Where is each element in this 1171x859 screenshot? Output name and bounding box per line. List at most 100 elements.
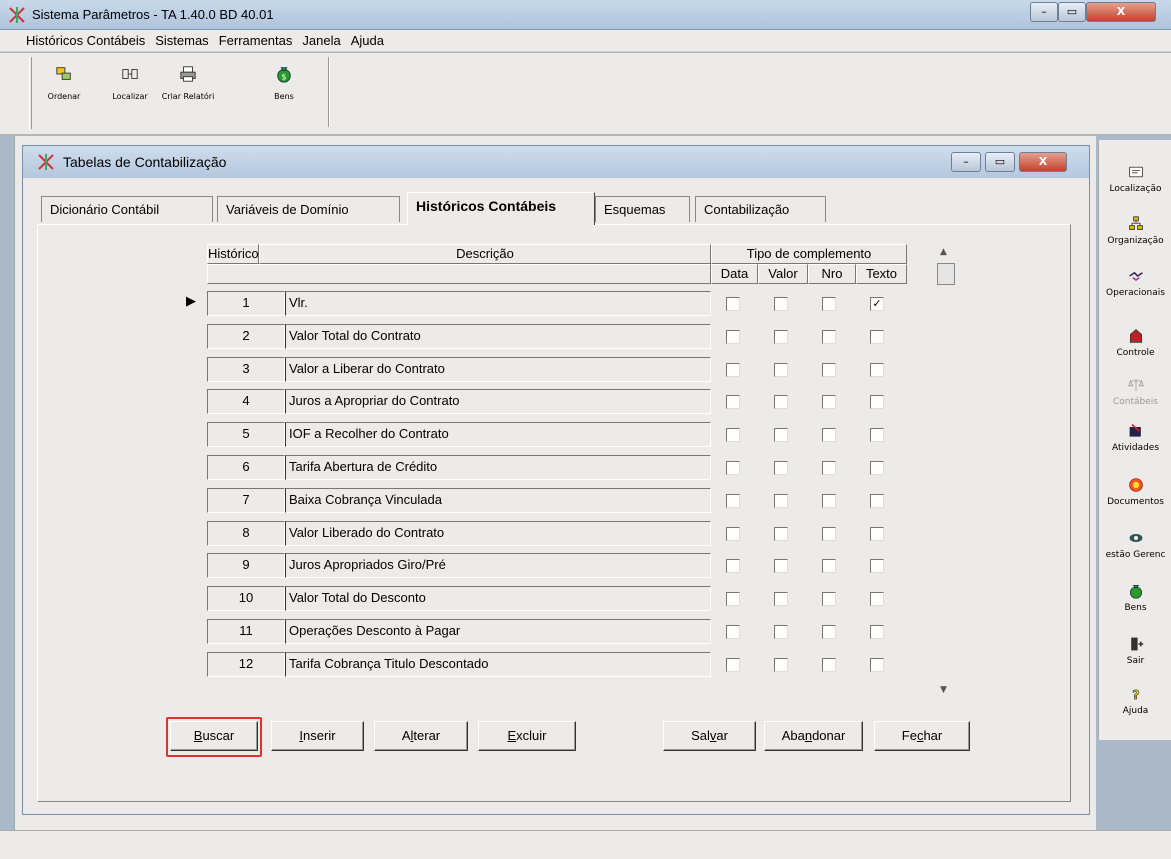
toolbar-bens[interactable]: $ Bens (258, 59, 310, 119)
texto-checkbox[interactable] (870, 330, 884, 344)
nro-checkbox[interactable] (822, 363, 836, 377)
texto-checkbox[interactable] (870, 363, 884, 377)
descricao-cell[interactable]: Valor a Liberar do Contrato (285, 357, 711, 382)
data-checkbox[interactable] (726, 428, 740, 442)
side-atividades[interactable]: Atividades (1099, 423, 1171, 453)
valor-checkbox[interactable] (774, 625, 788, 639)
tab-variaveis-dominio[interactable]: Variáveis de Domínio (217, 196, 400, 222)
historico-cell[interactable]: 11 (207, 619, 285, 644)
data-checkbox[interactable] (726, 297, 740, 311)
historico-cell[interactable]: 1 (207, 291, 285, 316)
toolbar-criar-relatorio[interactable]: Criar Relatóri (158, 59, 218, 119)
side-bens[interactable]: Bens (1099, 583, 1171, 613)
nro-checkbox[interactable] (822, 330, 836, 344)
scroll-down-icon[interactable]: ▼ (940, 685, 947, 695)
descricao-cell[interactable]: IOF a Recolher do Contrato (285, 422, 711, 447)
data-checkbox[interactable] (726, 559, 740, 573)
scroll-up-icon[interactable]: ▲ (940, 247, 947, 257)
descricao-cell[interactable]: Tarifa Abertura de Crédito (285, 455, 711, 480)
excluir-button[interactable]: Excluir (478, 721, 576, 751)
descricao-cell[interactable]: Baixa Cobrança Vinculada (285, 488, 711, 513)
alterar-button[interactable]: Alterar (374, 721, 468, 751)
fechar-button[interactable]: Fechar (874, 721, 970, 751)
nro-checkbox[interactable] (822, 559, 836, 573)
texto-checkbox[interactable]: ✓ (870, 297, 884, 311)
toolbar-localizar[interactable]: Localizar (104, 59, 156, 119)
valor-checkbox[interactable] (774, 461, 788, 475)
nro-checkbox[interactable] (822, 527, 836, 541)
tab-contabilizacao[interactable]: Contabilização (695, 196, 826, 222)
tab-historicos-contabeis[interactable]: Históricos Contábeis (407, 192, 595, 225)
valor-checkbox[interactable] (774, 592, 788, 606)
tab-esquemas[interactable]: Esquemas (595, 196, 690, 222)
inserir-button[interactable]: Inserir (271, 721, 364, 751)
inner-close-button[interactable]: X (1019, 152, 1067, 172)
menu-janela[interactable]: Janela (302, 30, 340, 51)
data-checkbox[interactable] (726, 330, 740, 344)
valor-checkbox[interactable] (774, 395, 788, 409)
texto-checkbox[interactable] (870, 494, 884, 508)
side-organizacao[interactable]: Organização (1099, 216, 1171, 246)
side-documentos[interactable]: Documentos (1099, 477, 1171, 507)
historico-cell[interactable]: 6 (207, 455, 285, 480)
data-checkbox[interactable] (726, 363, 740, 377)
valor-checkbox[interactable] (774, 330, 788, 344)
nro-checkbox[interactable] (822, 461, 836, 475)
historico-cell[interactable]: 9 (207, 553, 285, 578)
close-button[interactable]: X (1086, 2, 1156, 22)
toolbar-ordenar[interactable]: Ordenar (38, 59, 90, 119)
historico-cell[interactable]: 2 (207, 324, 285, 349)
valor-checkbox[interactable] (774, 494, 788, 508)
historico-cell[interactable]: 8 (207, 521, 285, 546)
minimize-button[interactable]: – (1030, 2, 1058, 22)
descricao-cell[interactable]: Juros Apropriados Giro/Pré (285, 553, 711, 578)
texto-checkbox[interactable] (870, 625, 884, 639)
texto-checkbox[interactable] (870, 461, 884, 475)
data-checkbox[interactable] (726, 395, 740, 409)
descricao-cell[interactable]: Operações Desconto à Pagar (285, 619, 711, 644)
historico-cell[interactable]: 7 (207, 488, 285, 513)
nro-checkbox[interactable] (822, 658, 836, 672)
maximize-button[interactable]: ▭ (1058, 2, 1086, 22)
vertical-scrollbar[interactable]: ▲ ▼ (936, 245, 956, 705)
valor-checkbox[interactable] (774, 297, 788, 311)
descricao-cell[interactable]: Valor Total do Desconto (285, 586, 711, 611)
historico-cell[interactable]: 12 (207, 652, 285, 677)
historico-cell[interactable]: 4 (207, 389, 285, 414)
side-gestao-gerencial[interactable]: estão Gerenc (1099, 530, 1171, 560)
texto-checkbox[interactable] (870, 395, 884, 409)
data-checkbox[interactable] (726, 527, 740, 541)
data-checkbox[interactable] (726, 658, 740, 672)
descricao-cell[interactable]: Valor Liberado do Contrato (285, 521, 711, 546)
menu-sistemas[interactable]: Sistemas (155, 30, 208, 51)
nro-checkbox[interactable] (822, 428, 836, 442)
valor-checkbox[interactable] (774, 559, 788, 573)
texto-checkbox[interactable] (870, 428, 884, 442)
side-controle[interactable]: Controle (1099, 328, 1171, 358)
descricao-cell[interactable]: Juros a Apropriar do Contrato (285, 389, 711, 414)
texto-checkbox[interactable] (870, 658, 884, 672)
descricao-cell[interactable]: Vlr. (285, 291, 711, 316)
descricao-cell[interactable]: Tarifa Cobrança Titulo Descontado (285, 652, 711, 677)
tab-dicionario-contabil[interactable]: Dicionário Contábil (41, 196, 213, 222)
data-checkbox[interactable] (726, 592, 740, 606)
historico-cell[interactable]: 10 (207, 586, 285, 611)
nro-checkbox[interactable] (822, 395, 836, 409)
data-checkbox[interactable] (726, 494, 740, 508)
menu-historicos[interactable]: Históricos Contábeis (26, 30, 145, 51)
menu-ferramentas[interactable]: Ferramentas (219, 30, 293, 51)
side-localizacao[interactable]: Localização (1099, 164, 1171, 194)
menu-ajuda[interactable]: Ajuda (351, 30, 384, 51)
inner-restore-button[interactable]: ▭ (985, 152, 1015, 172)
texto-checkbox[interactable] (870, 559, 884, 573)
side-ajuda[interactable]: ? Ajuda (1099, 686, 1171, 716)
abandonar-button[interactable]: Abandonar (764, 721, 863, 751)
nro-checkbox[interactable] (822, 494, 836, 508)
side-operacionais[interactable]: Operacionais (1099, 268, 1171, 298)
data-checkbox[interactable] (726, 625, 740, 639)
inner-minimize-button[interactable]: – (951, 152, 981, 172)
valor-checkbox[interactable] (774, 428, 788, 442)
texto-checkbox[interactable] (870, 527, 884, 541)
nro-checkbox[interactable] (822, 297, 836, 311)
valor-checkbox[interactable] (774, 658, 788, 672)
